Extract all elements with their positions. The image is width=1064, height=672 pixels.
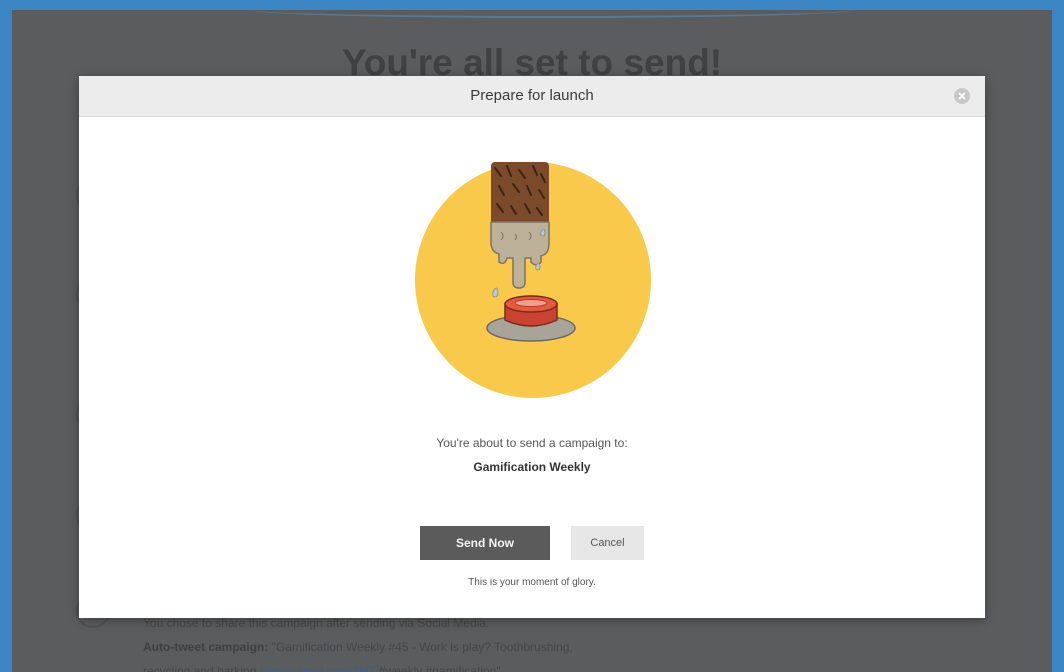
modal-header: Prepare for launch <box>79 76 985 117</box>
decorative-arc <box>252 10 852 18</box>
auto-tweet-row: Auto-tweet campaign: "Gamification Weekl… <box>143 636 763 658</box>
auto-tweet-text: "Gamification Weekly #45 - Work is play?… <box>271 640 573 654</box>
auto-tweet-link[interactable]: http://eepurl.com/1kfT <box>260 664 376 672</box>
close-icon[interactable] <box>954 88 970 104</box>
send-confirmation-text: You're about to send a campaign to: <box>436 436 628 450</box>
auto-tweet-continuation: recycling and barking http://eepurl.com/… <box>143 660 763 672</box>
launch-modal: Prepare for launch You're about to send … <box>79 76 985 618</box>
recipient-list-name: Gamification Weekly <box>473 460 591 474</box>
send-now-button[interactable]: Send Now <box>420 526 550 560</box>
footer-message: This is your moment of glory. <box>468 577 596 588</box>
modal-title: Prepare for launch <box>470 87 594 104</box>
finger-pressing-red-button-icon <box>415 162 651 398</box>
cancel-button[interactable]: Cancel <box>571 526 644 560</box>
auto-tweet-hashtags: #weekly #gamification" <box>378 664 501 672</box>
auto-tweet-label: Auto-tweet campaign: <box>143 640 269 654</box>
auto-tweet-text-cont: recycling and barking <box>143 664 257 672</box>
